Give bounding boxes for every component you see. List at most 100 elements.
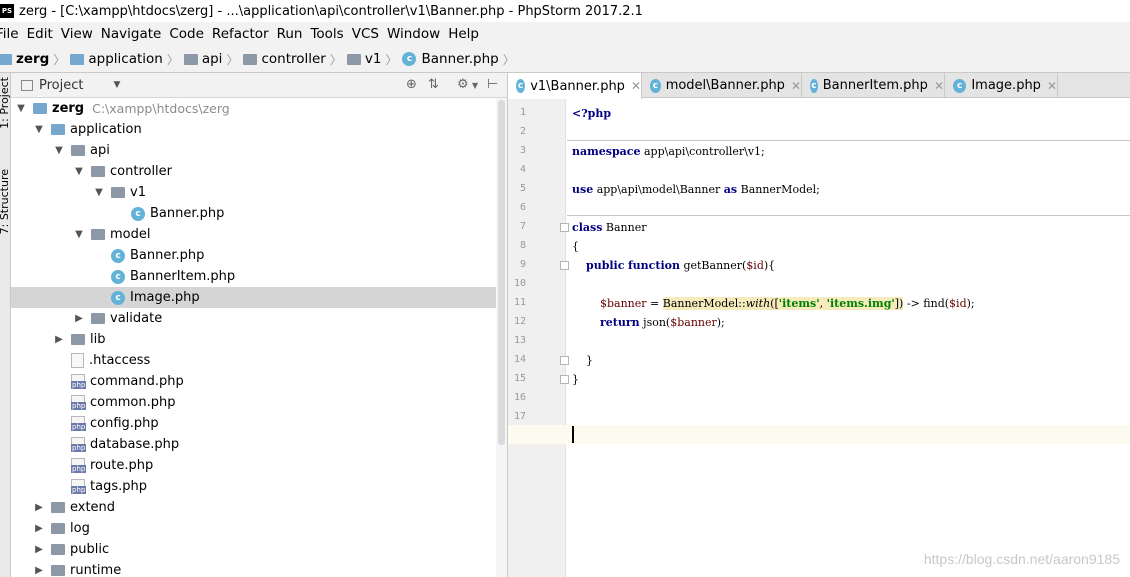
- expand-arrow-icon[interactable]: ▼: [73, 166, 85, 177]
- tool-window-structure[interactable]: 7: Structure: [0, 169, 11, 234]
- line-number: 7: [519, 221, 526, 232]
- php-class-icon: c: [111, 269, 125, 284]
- collapse-arrow-icon[interactable]: ▶: [73, 313, 85, 324]
- tree-item-log[interactable]: ▶ log: [11, 518, 496, 539]
- tree-item-controller[interactable]: ▼ controller: [11, 161, 496, 182]
- tree-item-model[interactable]: ▼ model: [11, 224, 496, 245]
- chevron-down-icon[interactable]: ▼: [113, 80, 120, 90]
- close-icon[interactable]: ✕: [631, 79, 641, 93]
- menu-window[interactable]: Window: [387, 26, 440, 42]
- expand-arrow-icon[interactable]: ▼: [93, 187, 105, 198]
- menu-file[interactable]: File: [0, 26, 19, 42]
- expand-arrow-icon[interactable]: ▼: [73, 229, 85, 240]
- tree-item-command-php[interactable]: command.php: [11, 371, 496, 392]
- collapse-arrow-icon[interactable]: ▶: [53, 334, 65, 345]
- code-editor[interactable]: <?php namespace app\api\controller\v1; u…: [508, 99, 1130, 577]
- breadcrumb-item-controller[interactable]: controller 〉: [243, 51, 346, 68]
- menu-tools[interactable]: Tools: [310, 26, 343, 42]
- tree-item-htaccess[interactable]: .htaccess: [11, 350, 496, 371]
- project-view-selector[interactable]: Project: [39, 78, 83, 93]
- tree-item-database-php[interactable]: database.php: [11, 434, 496, 455]
- tree-item-banneritem-php[interactable]: c BannerItem.php: [11, 266, 496, 287]
- folder-icon: [51, 502, 65, 513]
- php-class-icon: c: [650, 78, 661, 93]
- folder-icon: [183, 53, 198, 65]
- tree-item-runtime[interactable]: ▶ runtime: [11, 560, 496, 577]
- breadcrumb: zerg 〉 application 〉 api 〉 controller 〉 …: [0, 46, 1130, 73]
- line-number: 11: [513, 297, 526, 308]
- collapse-arrow-icon[interactable]: ▶: [33, 565, 45, 576]
- menu-run[interactable]: Run: [277, 26, 303, 42]
- php-file-icon: [71, 416, 87, 431]
- tab-banneritem-php[interactable]: c BannerItem.php ✕: [802, 73, 945, 98]
- line-number: 9: [519, 259, 526, 270]
- expand-arrow-icon[interactable]: ▼: [15, 103, 27, 114]
- close-icon[interactable]: ✕: [934, 79, 944, 93]
- breadcrumb-item-zerg[interactable]: zerg 〉: [0, 51, 70, 68]
- menu-refactor[interactable]: Refactor: [212, 26, 269, 42]
- tree-item-zerg[interactable]: ▼ zerg C:\xampp\htdocs\zerg: [11, 98, 496, 119]
- chevron-right-icon: 〉: [53, 52, 66, 67]
- line-number: 14: [513, 354, 526, 365]
- tree-item-model-banner-php[interactable]: c Banner.php: [11, 245, 496, 266]
- menu-help[interactable]: Help: [448, 26, 479, 42]
- code-line-3: namespace app\api\controller\v1;: [572, 145, 765, 158]
- expand-arrow-icon[interactable]: ▼: [53, 145, 65, 156]
- tree-item-image-php[interactable]: c Image.php: [11, 287, 496, 308]
- close-icon[interactable]: ✕: [791, 79, 801, 93]
- close-icon[interactable]: ✕: [1047, 79, 1057, 93]
- php-class-icon: c: [516, 79, 526, 93]
- folder-icon: [91, 229, 105, 240]
- code-line-15: }: [572, 373, 579, 386]
- gear-icon[interactable]: ⚙: [457, 77, 469, 92]
- text-caret: [572, 426, 574, 443]
- tree-item-tags-php[interactable]: tags.php: [11, 476, 496, 497]
- php-file-icon: [71, 458, 87, 473]
- line-number-gutter[interactable]: 1 2 3 4 5 6 7 8 9 10 11 12 13 14 15 16 1…: [508, 99, 569, 577]
- tab-image-php[interactable]: c Image.php ✕: [945, 73, 1058, 98]
- code-line-11: $banner = BannerModel::with(['items', 'i…: [599, 297, 975, 310]
- php-file-icon: [71, 374, 87, 389]
- tree-item-route-php[interactable]: route.php: [11, 455, 496, 476]
- tree-item-lib[interactable]: ▶ lib: [11, 329, 496, 350]
- menu-vcs[interactable]: VCS: [352, 26, 379, 42]
- method-separator: [567, 140, 1130, 141]
- tree-item-validate[interactable]: ▶ validate: [11, 308, 496, 329]
- tab-v1-banner-php[interactable]: c v1\Banner.php ✕: [508, 73, 642, 99]
- menu-edit[interactable]: Edit: [27, 26, 53, 42]
- tab-model-banner-php[interactable]: c model\Banner.php ✕: [642, 73, 802, 98]
- chevron-down-icon[interactable]: ▼: [472, 81, 478, 90]
- tool-window-project[interactable]: 1: Project: [0, 77, 11, 129]
- locate-icon[interactable]: ⊕: [406, 77, 417, 92]
- line-number: 13: [513, 335, 526, 346]
- tree-item-extend[interactable]: ▶ extend: [11, 497, 496, 518]
- collapse-all-icon[interactable]: ⇅: [428, 77, 439, 92]
- project-panel-header: Project ▼ ⊕ ⇅ ⚙ ▼ ⊢: [11, 73, 507, 98]
- project-tree-scrollbar[interactable]: [496, 98, 507, 577]
- hide-icon[interactable]: ⊢: [487, 77, 498, 92]
- chevron-right-icon: 〉: [385, 52, 398, 67]
- folder-icon: [91, 166, 105, 177]
- tree-item-common-php[interactable]: common.php: [11, 392, 496, 413]
- tree-item-config-php[interactable]: config.php: [11, 413, 496, 434]
- collapse-arrow-icon[interactable]: ▶: [33, 502, 45, 513]
- scrollbar-thumb[interactable]: [498, 100, 505, 445]
- menu-code[interactable]: Code: [169, 26, 204, 42]
- tree-item-v1-banner-php[interactable]: c Banner.php: [11, 203, 496, 224]
- menu-view[interactable]: View: [61, 26, 93, 42]
- line-number: 1: [519, 107, 526, 118]
- breadcrumb-item-application[interactable]: application 〉: [70, 51, 183, 68]
- tree-item-api[interactable]: ▼ api: [11, 140, 496, 161]
- expand-arrow-icon[interactable]: ▼: [33, 124, 45, 135]
- tree-item-v1[interactable]: ▼ v1: [11, 182, 496, 203]
- breadcrumb-item-v1[interactable]: v1 〉: [346, 51, 403, 68]
- folder-icon: [71, 145, 85, 156]
- collapse-arrow-icon[interactable]: ▶: [33, 544, 45, 555]
- tree-item-public[interactable]: ▶ public: [11, 539, 496, 560]
- menu-navigate[interactable]: Navigate: [101, 26, 162, 42]
- tree-item-application[interactable]: ▼ application: [11, 119, 496, 140]
- breadcrumb-item-banner-php[interactable]: c Banner.php 〉: [402, 51, 519, 68]
- line-number: 10: [513, 278, 526, 289]
- breadcrumb-item-api[interactable]: api 〉: [183, 51, 244, 68]
- collapse-arrow-icon[interactable]: ▶: [33, 523, 45, 534]
